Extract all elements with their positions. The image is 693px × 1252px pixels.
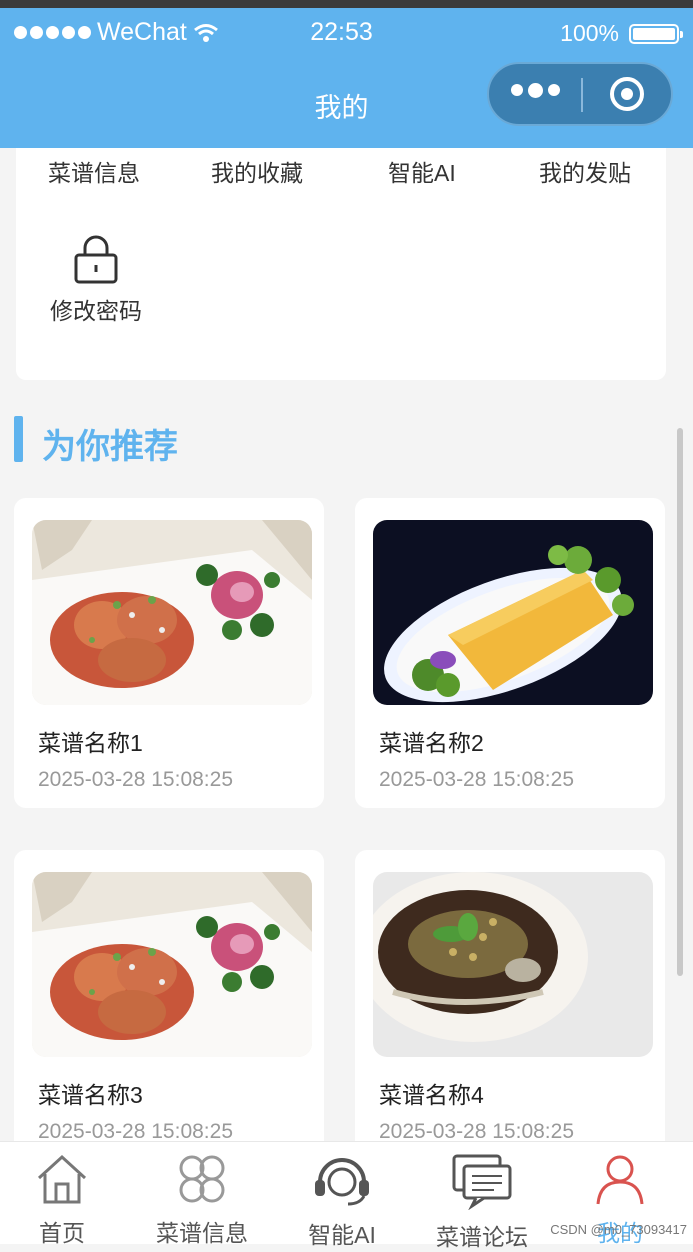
recipe-date-4: 2025-03-28 15:08:25	[379, 1120, 574, 1141]
capsule-divider	[581, 78, 583, 112]
change-password-label: 修改密码	[50, 298, 142, 324]
status-bar: WeChat 22:53 100%	[0, 8, 693, 58]
battery-percent: 100%	[560, 20, 619, 46]
top-edge	[0, 0, 693, 8]
menu-item-change-password[interactable]: 修改密码	[48, 234, 144, 326]
recipe-date-3: 2025-03-28 15:08:25	[38, 1120, 233, 1141]
recipe-card-3[interactable]: 菜谱名称3 2025-03-28 15:08:25	[14, 850, 324, 1141]
recipe-name-4: 菜谱名称4	[379, 1082, 484, 1108]
battery-icon	[629, 23, 683, 44]
menu-item-favorites[interactable]: 我的收藏	[211, 154, 303, 188]
menu-item-my-posts[interactable]: 我的发贴	[539, 154, 631, 188]
recipe-date-2: 2025-03-28 15:08:25	[379, 768, 574, 791]
recipe-card-4[interactable]: 菜谱名称4 2025-03-28 15:08:25	[355, 850, 665, 1141]
recipe-card-1[interactable]: 菜谱名称1 2025-03-28 15:08:25	[14, 498, 324, 808]
tab-home[interactable]: 首页	[2, 1152, 122, 1248]
recipe-image-4	[373, 872, 653, 1057]
recipe-image-2	[373, 520, 653, 705]
close-miniprogram-icon[interactable]	[610, 77, 644, 111]
tab-forum-label: 菜谱论坛	[436, 1224, 528, 1250]
tab-smart-ai-label: 智能AI	[308, 1222, 376, 1248]
recipe-name-3: 菜谱名称3	[38, 1082, 143, 1108]
menu-card: 菜谱信息 我的收藏 智能AI 我的发贴 修改密码	[16, 148, 666, 380]
recipe-date-1: 2025-03-28 15:08:25	[38, 768, 233, 791]
clover-icon	[179, 1155, 225, 1203]
tab-smart-ai[interactable]: 智能AI	[282, 1152, 402, 1250]
recommend-title: 为你推荐	[42, 428, 178, 466]
tab-recipe-info[interactable]: 菜谱信息	[142, 1152, 262, 1248]
section-accent-bar	[14, 416, 23, 462]
menu-item-smart-ai[interactable]: 智能AI	[388, 154, 456, 188]
tab-forum[interactable]: 菜谱论坛	[422, 1152, 542, 1252]
nav-bar: 我的	[0, 58, 693, 148]
recipe-image-3	[32, 872, 312, 1057]
miniprogram-capsule	[487, 62, 673, 126]
home-icon	[37, 1154, 87, 1204]
watermark: CSDN @m0_73093417	[550, 1222, 687, 1237]
headset-icon	[315, 1158, 369, 1206]
recipe-card-2[interactable]: 菜谱名称2 2025-03-28 15:08:25	[355, 498, 665, 808]
menu-item-recipe-info[interactable]: 菜谱信息	[48, 154, 140, 188]
recipe-image-1	[32, 520, 312, 705]
user-icon	[596, 1155, 644, 1205]
status-right: 100%	[560, 20, 683, 47]
lock-icon	[74, 235, 118, 284]
scrollbar[interactable]	[677, 428, 683, 976]
chat-icon	[452, 1154, 512, 1210]
recipe-name-2: 菜谱名称2	[379, 730, 484, 756]
more-icon[interactable]	[511, 83, 560, 98]
main-content: 菜谱信息 我的收藏 智能AI 我的发贴 修改密码 为你推荐 菜谱名称1 2025…	[0, 148, 693, 1141]
recipe-name-1: 菜谱名称1	[38, 730, 143, 756]
